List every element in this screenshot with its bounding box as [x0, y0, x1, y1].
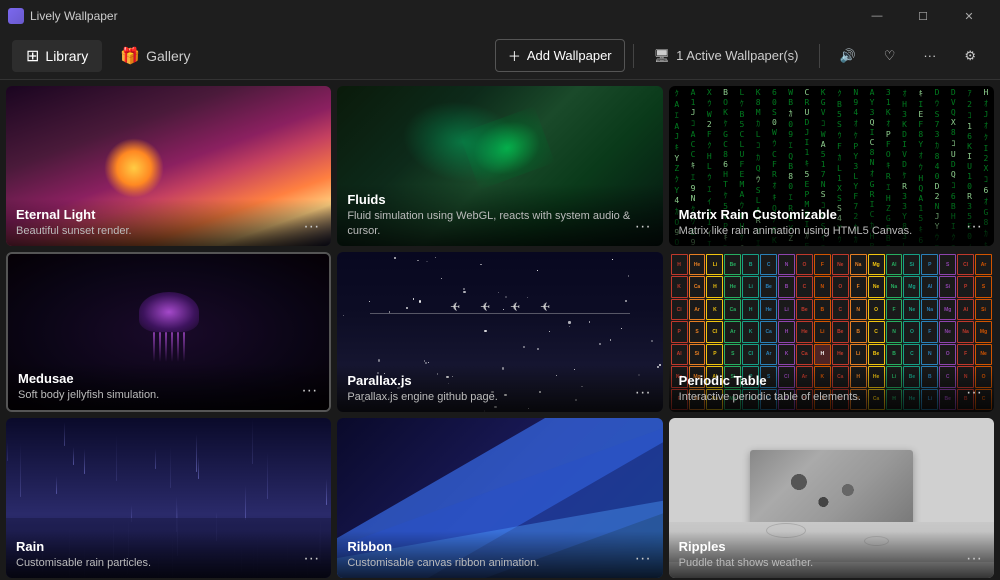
card-info-ribbon: Ribbon Customisable canvas ribbon animat… — [337, 531, 662, 578]
card-info-parallax-js: Parallax.js Parallax.js engine github pa… — [337, 365, 662, 412]
wallpaper-card-rain[interactable]: Rain Customisable rain particles. ··· — [6, 418, 331, 578]
card-desc-ripples: Puddle that shows weather. — [679, 556, 984, 570]
add-wallpaper-label: Add Wallpaper — [527, 48, 612, 63]
active-wallpapers-label: 1 Active Wallpaper(s) — [676, 48, 798, 63]
minimize-button[interactable]: — — [854, 0, 900, 32]
card-info-fluids: Fluids Fluid simulation using WebGL, rea… — [337, 184, 662, 246]
wallpaper-card-ripples[interactable]: Ripples Puddle that shows weather. ··· — [669, 418, 994, 578]
app-title: Lively Wallpaper — [30, 9, 854, 23]
more-button[interactable]: ··· — [911, 42, 948, 69]
card-desc-rain: Customisable rain particles. — [16, 556, 321, 570]
settings-icon: ⚙ — [964, 48, 976, 64]
card-desc-eternal-light: Beautiful sunset render. — [16, 224, 321, 238]
monitor-icon: 🖥 — [654, 48, 671, 64]
card-desc-medusae: Soft body jellyfish simulation. — [18, 388, 319, 402]
card-title-ripples: Ripples — [679, 539, 984, 554]
maximize-button[interactable]: ☐ — [900, 0, 946, 32]
card-title-eternal-light: Eternal Light — [16, 207, 321, 222]
card-desc-fluids: Fluid simulation using WebGL, reacts wit… — [347, 209, 652, 238]
wallpaper-card-periodic-table[interactable]: HHeLiBeBCNOFNeNaMgAlSiPSClArKCaHHeLiBeBC… — [669, 252, 994, 412]
wallpaper-card-eternal-light[interactable]: Eternal Light Beautiful sunset render. ·… — [6, 86, 331, 246]
card-title-matrix-rain: Matrix Rain Customizable — [679, 207, 984, 222]
card-menu-medusae[interactable]: ··· — [297, 380, 321, 402]
card-menu-matrix-rain[interactable]: ··· — [962, 216, 986, 238]
wallpaper-card-matrix-rain[interactable]: ｸAｴAJｷYZｸY4ｶO9OQｺ4A1JｺACCｷｴ9NｸｳE9TG4XｳW2… — [669, 86, 994, 246]
volume-button[interactable]: 🔊 — [828, 42, 868, 70]
card-title-ribbon: Ribbon — [347, 539, 652, 554]
gallery-icon: 🎁 — [120, 46, 140, 66]
volume-icon: 🔊 — [840, 48, 856, 64]
separator-1 — [633, 44, 634, 68]
nav-buttons: ⊞ Library 🎁 Gallery — [12, 40, 491, 72]
card-title-fluids: Fluids — [347, 192, 652, 207]
heart-icon: ♡ — [884, 48, 896, 64]
settings-button[interactable]: ⚙ — [952, 42, 988, 70]
toolbar: ⊞ Library 🎁 Gallery ＋ Add Wallpaper 🖥 1 … — [0, 32, 1000, 80]
wallpaper-grid: Eternal Light Beautiful sunset render. ·… — [6, 86, 994, 578]
wallpaper-card-medusae[interactable]: Medusae Soft body jellyfish simulation. … — [6, 252, 331, 412]
toolbar-actions: ＋ Add Wallpaper 🖥 1 Active Wallpaper(s) … — [495, 39, 988, 72]
titlebar: Lively Wallpaper — ☐ ✕ — [0, 0, 1000, 32]
app-icon — [8, 8, 24, 24]
window-controls: — ☐ ✕ — [854, 0, 992, 32]
wallpaper-card-parallax-js[interactable]: ✈✈✈✈ Parallax.js Parallax.js engine gith… — [337, 252, 662, 412]
card-desc-ribbon: Customisable canvas ribbon animation. — [347, 556, 652, 570]
favorite-button[interactable]: ♡ — [872, 42, 908, 70]
card-desc-parallax-js: Parallax.js engine github page. — [347, 390, 652, 404]
card-title-rain: Rain — [16, 539, 321, 554]
card-title-periodic-table: Periodic Table — [679, 373, 984, 388]
card-menu-eternal-light[interactable]: ··· — [299, 216, 323, 238]
wallpaper-card-fluids[interactable]: Fluids Fluid simulation using WebGL, rea… — [337, 86, 662, 246]
card-menu-fluids[interactable]: ··· — [631, 216, 655, 238]
card-menu-ripples[interactable]: ··· — [962, 548, 986, 570]
content-area: Eternal Light Beautiful sunset render. ·… — [0, 80, 1000, 580]
more-icon: ··· — [923, 48, 936, 63]
card-title-medusae: Medusae — [18, 371, 319, 386]
card-info-ripples: Ripples Puddle that shows weather. — [669, 531, 994, 578]
library-label: Library — [45, 48, 88, 64]
gallery-nav-button[interactable]: 🎁 Gallery — [106, 40, 204, 72]
card-info-medusae: Medusae Soft body jellyfish simulation. — [8, 363, 329, 410]
add-wallpaper-button[interactable]: ＋ Add Wallpaper — [495, 39, 625, 72]
card-info-eternal-light: Eternal Light Beautiful sunset render. — [6, 199, 331, 246]
card-desc-matrix-rain: Matrix like rain animation using HTML5 C… — [679, 224, 984, 238]
card-menu-ribbon[interactable]: ··· — [631, 548, 655, 570]
card-info-matrix-rain: Matrix Rain Customizable Matrix like rai… — [669, 199, 994, 246]
card-menu-periodic-table[interactable]: ··· — [962, 382, 986, 404]
separator-2 — [819, 44, 820, 68]
library-icon: ⊞ — [26, 46, 39, 66]
card-desc-periodic-table: Interactive periodic table of elements. — [679, 390, 984, 404]
add-icon: ＋ — [508, 46, 521, 65]
library-nav-button[interactable]: ⊞ Library — [12, 40, 102, 72]
card-info-periodic-table: Periodic Table Interactive periodic tabl… — [669, 365, 994, 412]
card-title-parallax-js: Parallax.js — [347, 373, 652, 388]
wallpaper-card-ribbon[interactable]: Ribbon Customisable canvas ribbon animat… — [337, 418, 662, 578]
card-info-rain: Rain Customisable rain particles. — [6, 531, 331, 578]
card-menu-rain[interactable]: ··· — [299, 548, 323, 570]
close-button[interactable]: ✕ — [946, 0, 992, 32]
active-wallpapers-button[interactable]: 🖥 1 Active Wallpaper(s) — [642, 42, 811, 70]
card-menu-parallax-js[interactable]: ··· — [631, 382, 655, 404]
gallery-label: Gallery — [146, 48, 190, 64]
